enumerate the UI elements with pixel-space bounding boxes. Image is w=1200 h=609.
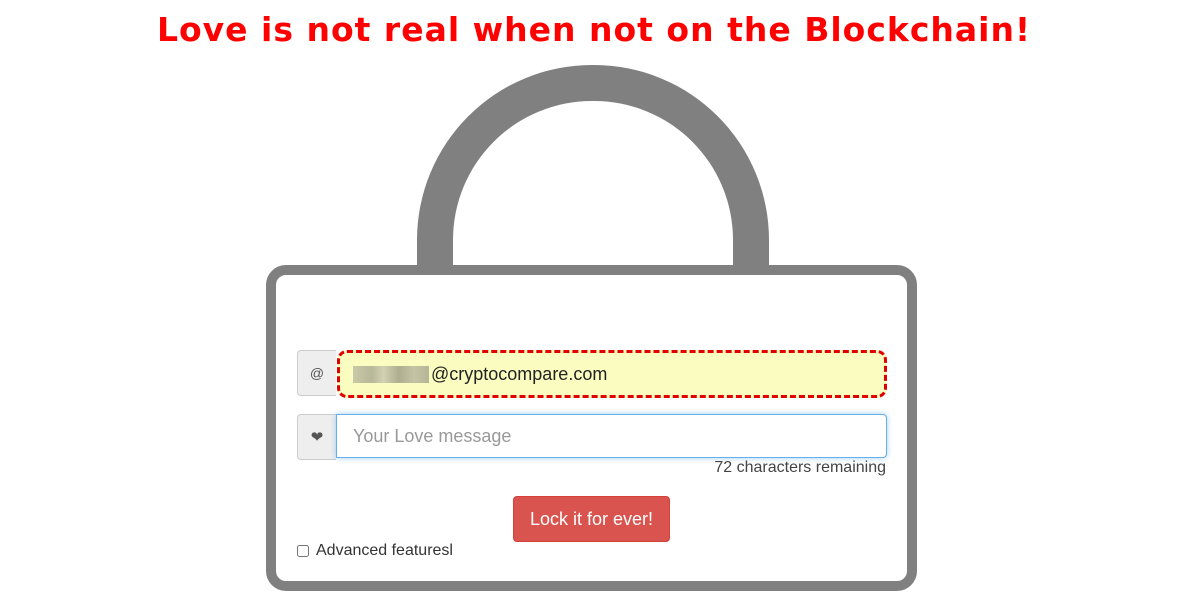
advanced-features-checkbox[interactable] (297, 545, 309, 557)
page-headline: Love is not real when not on the Blockch… (156, 10, 1032, 49)
at-icon: @ (297, 350, 336, 396)
page: Love is not real when not on the Blockch… (0, 0, 1200, 609)
email-domain-text: @cryptocompare.com (431, 363, 608, 384)
advanced-features-toggle[interactable]: Advanced featuresl (297, 542, 453, 560)
advanced-features-label: Advanced featuresl (316, 542, 453, 559)
lock-it-button[interactable]: Lock it for ever! (513, 496, 670, 542)
heart-icon: ❤ (310, 429, 324, 446)
redacted-email-username (353, 365, 429, 383)
love-message-input[interactable] (336, 414, 887, 458)
message-input-group: ❤ (297, 414, 887, 460)
email-field[interactable]: @cryptocompare.com (337, 350, 887, 398)
characters-remaining: 72 characters remaining (714, 459, 886, 476)
email-input-group: @ @cryptocompare.com (297, 350, 887, 398)
heart-addon: ❤ (297, 414, 336, 460)
